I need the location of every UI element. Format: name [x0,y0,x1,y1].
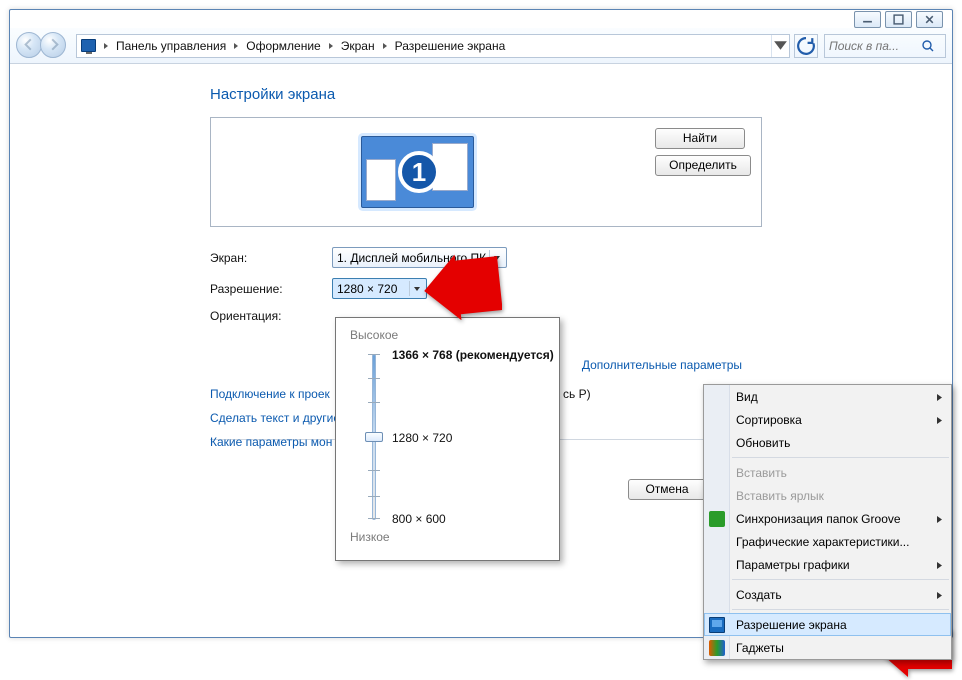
breadcrumb-segment[interactable]: Разрешение экрана [392,35,509,57]
close-button[interactable] [916,11,943,28]
maximize-button[interactable] [885,11,912,28]
ctx-refresh[interactable]: Обновить [704,431,951,454]
monitor-number-badge: 1 [398,151,440,193]
search-box[interactable] [824,34,946,58]
control-panel-icon [77,35,99,57]
ctx-graphics-props[interactable]: Графические характеристики... [704,530,951,553]
advanced-settings-link[interactable]: Дополнительные параметры [582,358,742,372]
find-button[interactable]: Найти [655,128,745,149]
breadcrumb-segment[interactable]: Панель управления [113,35,229,57]
minimize-button[interactable] [854,11,881,28]
ctx-paste: Вставить [704,461,951,484]
nav-back-button[interactable] [16,32,42,58]
submenu-arrow-icon [936,588,943,602]
ctx-sort[interactable]: Сортировка [704,408,951,431]
submenu-arrow-icon [936,512,943,526]
submenu-arrow-icon [936,390,943,404]
submenu-arrow-icon [936,413,943,427]
submenu-arrow-icon [936,558,943,572]
address-bar[interactable]: Панель управления Оформление Экран Разре… [76,34,790,58]
refresh-button[interactable] [794,34,818,58]
address-dropdown-button[interactable] [771,35,789,57]
ctx-gadgets[interactable]: Гаджеты [704,636,951,659]
ctx-paste-shortcut: Вставить ярлык [704,484,951,507]
ctx-create[interactable]: Создать [704,583,951,606]
page-title: Настройки экрана [210,86,952,103]
text-size-link[interactable]: Сделать текст и другие [210,411,340,425]
ctx-screen-resolution[interactable]: Разрешение экрана [704,613,951,636]
ctx-graphics-params[interactable]: Параметры графики [704,553,951,576]
groove-icon [709,511,725,527]
desktop-context-menu: Вид Сортировка Обновить Вставить Вставит… [703,384,952,660]
projector-hint-suffix: сь P) [563,387,591,401]
monitor-thumbnail[interactable]: 1 [361,136,474,208]
ctx-view[interactable]: Вид [704,385,951,408]
resolution-slider-popup: Высокое 1366 × 768 (рекомендуется) 1280 … [335,317,560,561]
ctx-groove-sync[interactable]: Синхронизация папок Groove [704,507,951,530]
resolution-slider-thumb[interactable] [365,432,383,442]
slider-low-label: Низкое [350,530,545,544]
monitor-preview-panel: 1 Найти Определить [210,117,762,227]
callout-arrow-icon [422,254,502,320]
search-icon [921,39,935,53]
breadcrumb-segment[interactable]: Оформление [243,35,323,57]
which-settings-link[interactable]: Какие параметры мон [210,435,332,449]
resolution-option-recommended[interactable]: 1366 × 768 (рекомендуется) [392,348,554,362]
resolution-dropdown-value: 1280 × 720 [337,282,397,296]
breadcrumb: Панель управления Оформление Экран Разре… [99,35,508,57]
resolution-option[interactable]: 1280 × 720 [392,431,452,445]
gadgets-icon [709,640,725,656]
slider-high-label: Высокое [350,328,545,342]
monitor-icon [709,617,725,633]
detect-button[interactable]: Определить [655,155,751,176]
orientation-label: Ориентация: [210,309,332,323]
resolution-dropdown[interactable]: 1280 × 720 [332,278,427,299]
screen-label: Экран: [210,251,332,265]
search-input[interactable] [829,39,921,53]
nav-forward-button[interactable] [40,32,66,58]
resolution-label: Разрешение: [210,282,332,296]
breadcrumb-segment[interactable]: Экран [338,35,378,57]
projector-link[interactable]: Подключение к проек [210,387,330,401]
cancel-button[interactable]: Отмена [628,479,706,500]
resolution-option[interactable]: 800 × 600 [392,512,446,526]
